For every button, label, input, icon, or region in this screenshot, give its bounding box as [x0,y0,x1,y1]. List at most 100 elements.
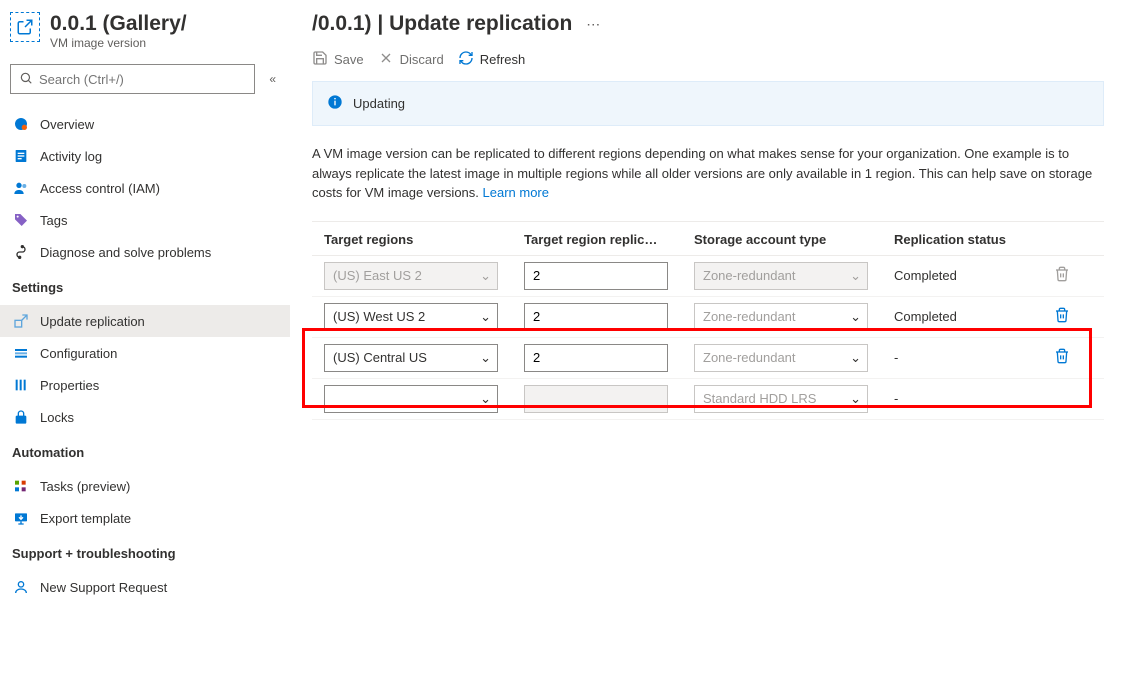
status-value: - [894,350,1054,365]
chevron-down-icon: ⌄ [480,350,491,366]
toolbar: Save Discard Refresh [290,50,1124,81]
region-value: (US) East US 2 [333,268,422,283]
replica-input[interactable] [524,262,668,290]
nav-label: Properties [40,378,99,393]
description-text: A VM image version can be replicated to … [312,146,1092,200]
overview-icon [12,115,30,133]
resource-header: 0.0.1 (Gallery/ VM image version [0,0,290,58]
chevron-down-icon: ⌄ [850,268,861,284]
nav-label: Update replication [40,314,145,329]
description: A VM image version can be replicated to … [290,144,1124,221]
nav-tags[interactable]: Tags [0,204,290,236]
locks-icon [12,408,30,426]
refresh-icon [458,50,474,69]
replica-input[interactable] [524,303,668,331]
regions-table: Target regions Target region replic… Sto… [312,221,1104,420]
nav-overview[interactable]: Overview [0,108,290,140]
storage-dropdown[interactable]: Zone-redundant ⌄ [694,344,868,372]
table-row: ⌄ Standard HDD LRS ⌄ - [312,379,1104,420]
trash-icon [1054,266,1070,285]
chevron-down-icon: ⌄ [480,391,491,407]
replica-input[interactable] [524,344,668,372]
resource-type: VM image version [50,36,187,50]
nav-section-support: Support + troubleshooting [0,538,290,567]
save-label: Save [334,52,364,67]
nav-locks[interactable]: Locks [0,401,290,433]
info-banner-text: Updating [353,96,405,111]
storage-value: Standard HDD LRS [703,391,816,406]
header-replica-count: Target region replic… [524,232,694,247]
nav-label: Tasks (preview) [40,479,130,494]
region-dropdown[interactable]: (US) West US 2 ⌄ [324,303,498,331]
region-value: (US) West US 2 [333,309,425,324]
discard-button[interactable]: Discard [378,50,444,69]
nav-label: Locks [40,410,74,425]
delete-button[interactable] [1054,307,1104,326]
replica-input [524,385,668,413]
page-title: /0.0.1) | Update replication [312,12,572,36]
properties-icon [12,376,30,394]
chevron-down-icon: ⌄ [480,309,491,325]
nav-update-replication[interactable]: Update replication [0,305,290,337]
nav-section-settings: Settings [0,272,290,301]
search-input-container[interactable] [10,64,255,94]
nav-label: Activity log [40,149,102,164]
discard-label: Discard [400,52,444,67]
nav-label: Diagnose and solve problems [40,245,211,260]
table-row: (US) West US 2 ⌄ Zone-redundant ⌄ Comple… [312,297,1104,338]
iam-icon [12,179,30,197]
nav-label: Tags [40,213,67,228]
storage-dropdown[interactable]: Standard HDD LRS ⌄ [694,385,868,413]
resource-title: 0.0.1 (Gallery/ [50,12,187,36]
header-replication-status: Replication status [894,232,1054,247]
support-icon [12,578,30,596]
tags-icon [12,211,30,229]
region-value: (US) Central US [333,350,427,365]
nav-new-support[interactable]: New Support Request [0,571,290,603]
table-header: Target regions Target region replic… Sto… [312,222,1104,256]
more-actions-button[interactable]: ⋯ [580,16,606,33]
save-icon [312,50,328,69]
storage-dropdown[interactable]: Zone-redundant ⌄ [694,303,868,331]
refresh-label: Refresh [480,52,526,67]
nav-label: Export template [40,511,131,526]
replication-icon [12,312,30,330]
collapse-sidebar-button[interactable]: « [265,68,280,90]
chevron-down-icon: ⌄ [850,391,861,407]
status-value: Completed [894,309,1054,324]
region-dropdown[interactable]: ⌄ [324,385,498,413]
header-storage-type: Storage account type [694,232,894,247]
nav-export-template[interactable]: Export template [0,502,290,534]
discard-icon [378,50,394,69]
storage-dropdown[interactable]: Zone-redundant ⌄ [694,262,868,290]
nav-diagnose[interactable]: Diagnose and solve problems [0,236,290,268]
nav-configuration[interactable]: Configuration [0,337,290,369]
trash-icon [1054,307,1070,326]
info-banner: Updating [312,81,1104,126]
nav-properties[interactable]: Properties [0,369,290,401]
nav-activity-log[interactable]: Activity log [0,140,290,172]
nav-label: New Support Request [40,580,167,595]
sidebar: 0.0.1 (Gallery/ VM image version « Overv… [0,0,290,697]
learn-more-link[interactable]: Learn more [483,185,549,200]
status-value: Completed [894,268,1054,283]
nav-tasks[interactable]: Tasks (preview) [0,470,290,502]
refresh-button[interactable]: Refresh [458,50,526,69]
delete-button[interactable] [1054,348,1104,367]
table-row: (US) Central US ⌄ Zone-redundant ⌄ - [312,338,1104,379]
tasks-icon [12,477,30,495]
storage-value: Zone-redundant [703,309,796,324]
chevron-down-icon: ⌄ [850,309,861,325]
region-dropdown[interactable]: (US) Central US ⌄ [324,344,498,372]
nav-label: Access control (IAM) [40,181,160,196]
search-icon [19,71,33,88]
trash-icon [1054,348,1070,367]
save-button[interactable]: Save [312,50,364,69]
resource-icon [10,12,40,42]
nav-label: Overview [40,117,94,132]
config-icon [12,344,30,362]
search-input[interactable] [39,72,246,87]
nav-access-control[interactable]: Access control (IAM) [0,172,290,204]
storage-value: Zone-redundant [703,268,796,283]
region-dropdown: (US) East US 2 ⌄ [324,262,498,290]
